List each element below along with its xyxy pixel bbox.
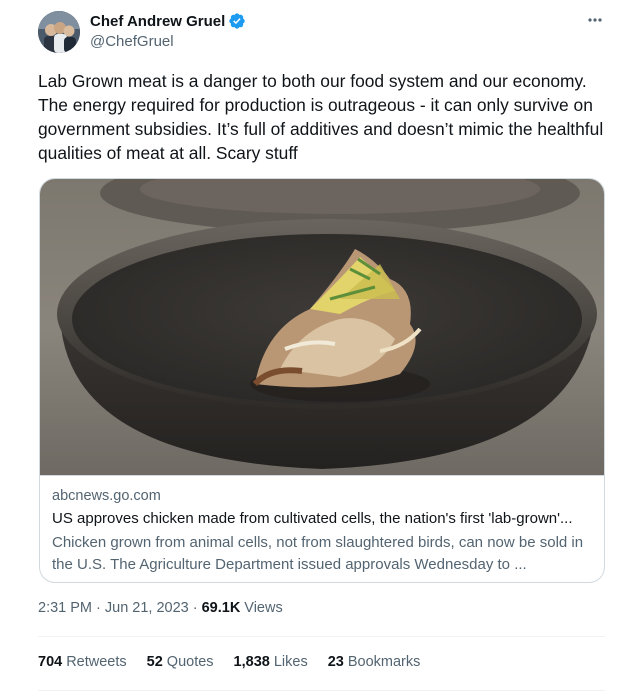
bookmarks-count: 23 xyxy=(327,654,344,670)
card-title[interactable]: US approves chicken made from cultivated… xyxy=(52,510,597,527)
card-divider xyxy=(40,475,604,476)
divider xyxy=(38,636,605,637)
avatar[interactable] xyxy=(38,11,80,53)
retweets-label: Retweets xyxy=(66,654,127,670)
views-label: Views xyxy=(244,600,283,616)
verified-badge-icon xyxy=(228,12,246,30)
card-domain: abcnews.go.com xyxy=(52,488,161,504)
timestamp[interactable]: 2:31 PM · Jun 21, 2023 · xyxy=(38,600,198,616)
author-block: Chef Andrew Gruel @ChefGruel xyxy=(90,10,246,50)
likes-label: Likes xyxy=(273,654,308,670)
bookmarks-stat[interactable]: 23 Bookmarks xyxy=(328,654,421,670)
avatar-photo-icon xyxy=(38,11,80,53)
likes-stat[interactable]: 1,838 Likes xyxy=(234,654,308,670)
retweets-count: 704 xyxy=(38,654,63,670)
name-row: Chef Andrew Gruel xyxy=(90,10,246,32)
quotes-stat[interactable]: 52 Quotes xyxy=(147,654,214,670)
divider-bottom xyxy=(38,690,605,691)
more-horizontal-icon[interactable] xyxy=(584,12,606,32)
author-handle[interactable]: @ChefGruel xyxy=(90,33,246,50)
retweets-stat[interactable]: 704 Retweets xyxy=(38,654,127,670)
engagement-stats: 704 Retweets 52 Quotes 1,838 Likes 23 Bookma… xyxy=(38,654,440,670)
link-card[interactable]: abcnews.go.com US approves chicken made … xyxy=(39,178,605,583)
quotes-label: Quotes xyxy=(166,654,214,670)
quotes-count: 52 xyxy=(146,654,163,670)
likes-count: 1,838 xyxy=(233,654,270,670)
food-bowl-photo xyxy=(40,179,604,475)
tweet-article: Chef Andrew Gruel @ChefGruel Lab Grown m… xyxy=(0,0,621,696)
author-display-name[interactable]: Chef Andrew Gruel xyxy=(90,13,225,30)
views-count: 69.1K xyxy=(201,600,241,616)
card-description: Chicken grown from animal cells, not fro… xyxy=(52,534,584,573)
tweet-meta: 2:31 PM · Jun 21, 2023 · 69.1K Views xyxy=(38,600,283,616)
tweet-text: Lab Grown meat is a danger to both our f… xyxy=(38,71,604,163)
bookmarks-label: Bookmarks xyxy=(347,654,421,670)
